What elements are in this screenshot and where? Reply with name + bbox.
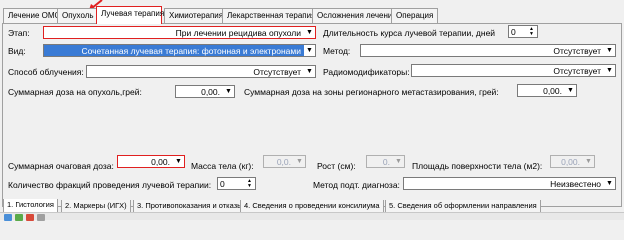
type-value: Сочетанная лучевая терапия: фотонная и э… [81, 46, 301, 56]
spin-arrows-icon[interactable]: ▲ ▼ [526, 26, 537, 37]
diagnosis-method-select[interactable]: Неизвестено ▼ [403, 177, 616, 190]
tab-chemotherapy[interactable]: Химиотерапия [164, 8, 229, 23]
fractions-value: 0 [220, 179, 225, 189]
edit-icon[interactable] [15, 214, 23, 221]
stage-value: При лечении рецидива опухоли [175, 28, 301, 38]
tumor-dose-value: 0,00. [201, 87, 220, 97]
tab-histology[interactable]: 1. Гистология [3, 199, 58, 213]
body-mass-label: Масса тела (кг): [191, 161, 254, 171]
fractions-spin[interactable]: 0 ▲ ▼ [217, 177, 256, 190]
duration-label: Длительность курса лучевой терапии, дней [323, 28, 496, 38]
stage-select[interactable]: При лечении рецидива опухоли ▼ [43, 26, 316, 39]
region-dose-value: 0,00. [543, 86, 562, 96]
diagnosis-method-value: Неизвестено [550, 179, 601, 189]
bsa-label: Площадь поверхности тела (м2): [412, 161, 543, 171]
height-input[interactable]: 0. ▼ [366, 155, 405, 168]
add-icon[interactable] [4, 214, 12, 221]
radiomodifiers-label: Радиомодификаторы: [323, 67, 410, 77]
region-dose-input[interactable]: 0,00. ▼ [517, 84, 577, 97]
tumor-dose-label: Суммарная доза на опухоль,грей: [8, 87, 142, 97]
region-dose-label: Суммарная доза на зоны регионарного мета… [244, 87, 499, 97]
stage-label: Этап: [8, 28, 30, 38]
tumor-dose-input[interactable]: 0,00. ▼ [175, 85, 235, 98]
bsa-input[interactable]: 0,00. ▼ [550, 155, 595, 168]
irradiation-method-select[interactable]: Отсутствует ▼ [86, 65, 316, 78]
dropdown-arrow-icon[interactable]: ▼ [583, 156, 594, 167]
dropdown-arrow-icon[interactable]: ▼ [304, 45, 315, 56]
body-mass-value: 0,0. [276, 157, 291, 167]
dropdown-arrow-icon[interactable]: ▼ [173, 156, 184, 167]
tab-operation[interactable]: Операция [391, 8, 439, 23]
type-label: Вид: [8, 46, 26, 56]
irradiation-method-label: Способ облучения: [8, 67, 84, 77]
method-value: Отсутствует [553, 46, 601, 56]
dropdown-arrow-icon[interactable]: ▼ [604, 65, 615, 76]
bottom-tab-strip: 1. Гистология 2. Маркеры (ИГХ) 3. Против… [0, 199, 624, 213]
dropdown-arrow-icon[interactable]: ▼ [223, 86, 234, 97]
bsa-value: 0,00. [561, 157, 580, 167]
method-label: Метод: [323, 46, 351, 56]
tab-drug-therapy[interactable]: Лекарственная терапия [222, 8, 321, 23]
radiomodifiers-value: Отсутствует [553, 66, 601, 76]
radiomodifiers-select[interactable]: Отсутствует ▼ [411, 64, 616, 77]
fractions-label: Количество фракций проведения лучевой те… [8, 180, 212, 190]
dropdown-arrow-icon[interactable]: ▼ [294, 156, 305, 167]
duration-spin[interactable]: 0 ▲ ▼ [508, 25, 538, 38]
body-mass-input[interactable]: 0,0. ▼ [263, 155, 306, 168]
height-label: Рост (см): [317, 161, 356, 171]
type-select[interactable]: Сочетанная лучевая терапия: фотонная и э… [43, 44, 316, 57]
height-value: 0. [382, 157, 390, 167]
tab-radiotherapy[interactable]: Лучевая терапия [96, 6, 164, 24]
refresh-icon[interactable] [37, 214, 45, 221]
diagnosis-method-label: Метод подт. диагноза: [313, 180, 400, 190]
dropdown-arrow-icon[interactable]: ▼ [565, 85, 576, 96]
tab-treatment-oms[interactable]: Лечение ОМС [3, 8, 66, 23]
tab-strip: Лечение ОМС Опухоль Лучевая терапия Хими… [0, 6, 624, 24]
irradiation-method-value: Отсутствует [253, 67, 301, 77]
duration-value: 0 [511, 27, 516, 37]
dropdown-arrow-icon[interactable]: ▼ [604, 45, 615, 56]
focal-dose-input[interactable]: 0,00. ▼ [117, 155, 185, 168]
focal-dose-label: Суммарная очаговая доза: [8, 161, 114, 171]
dropdown-arrow-icon[interactable]: ▼ [604, 178, 615, 189]
dropdown-arrow-icon[interactable]: ▼ [393, 156, 404, 167]
method-select[interactable]: Отсутствует ▼ [360, 44, 616, 57]
delete-icon[interactable] [26, 214, 34, 221]
tab-complications[interactable]: Осложнения лечения [312, 8, 402, 23]
dropdown-arrow-icon[interactable]: ▼ [304, 66, 315, 77]
spin-arrows-icon[interactable]: ▲ ▼ [244, 178, 255, 189]
bottom-toolbar [0, 212, 624, 221]
dropdown-arrow-icon[interactable]: ▼ [304, 27, 315, 38]
focal-dose-value: 0,00. [151, 157, 170, 167]
tab-tumor[interactable]: Опухоль [57, 8, 99, 23]
